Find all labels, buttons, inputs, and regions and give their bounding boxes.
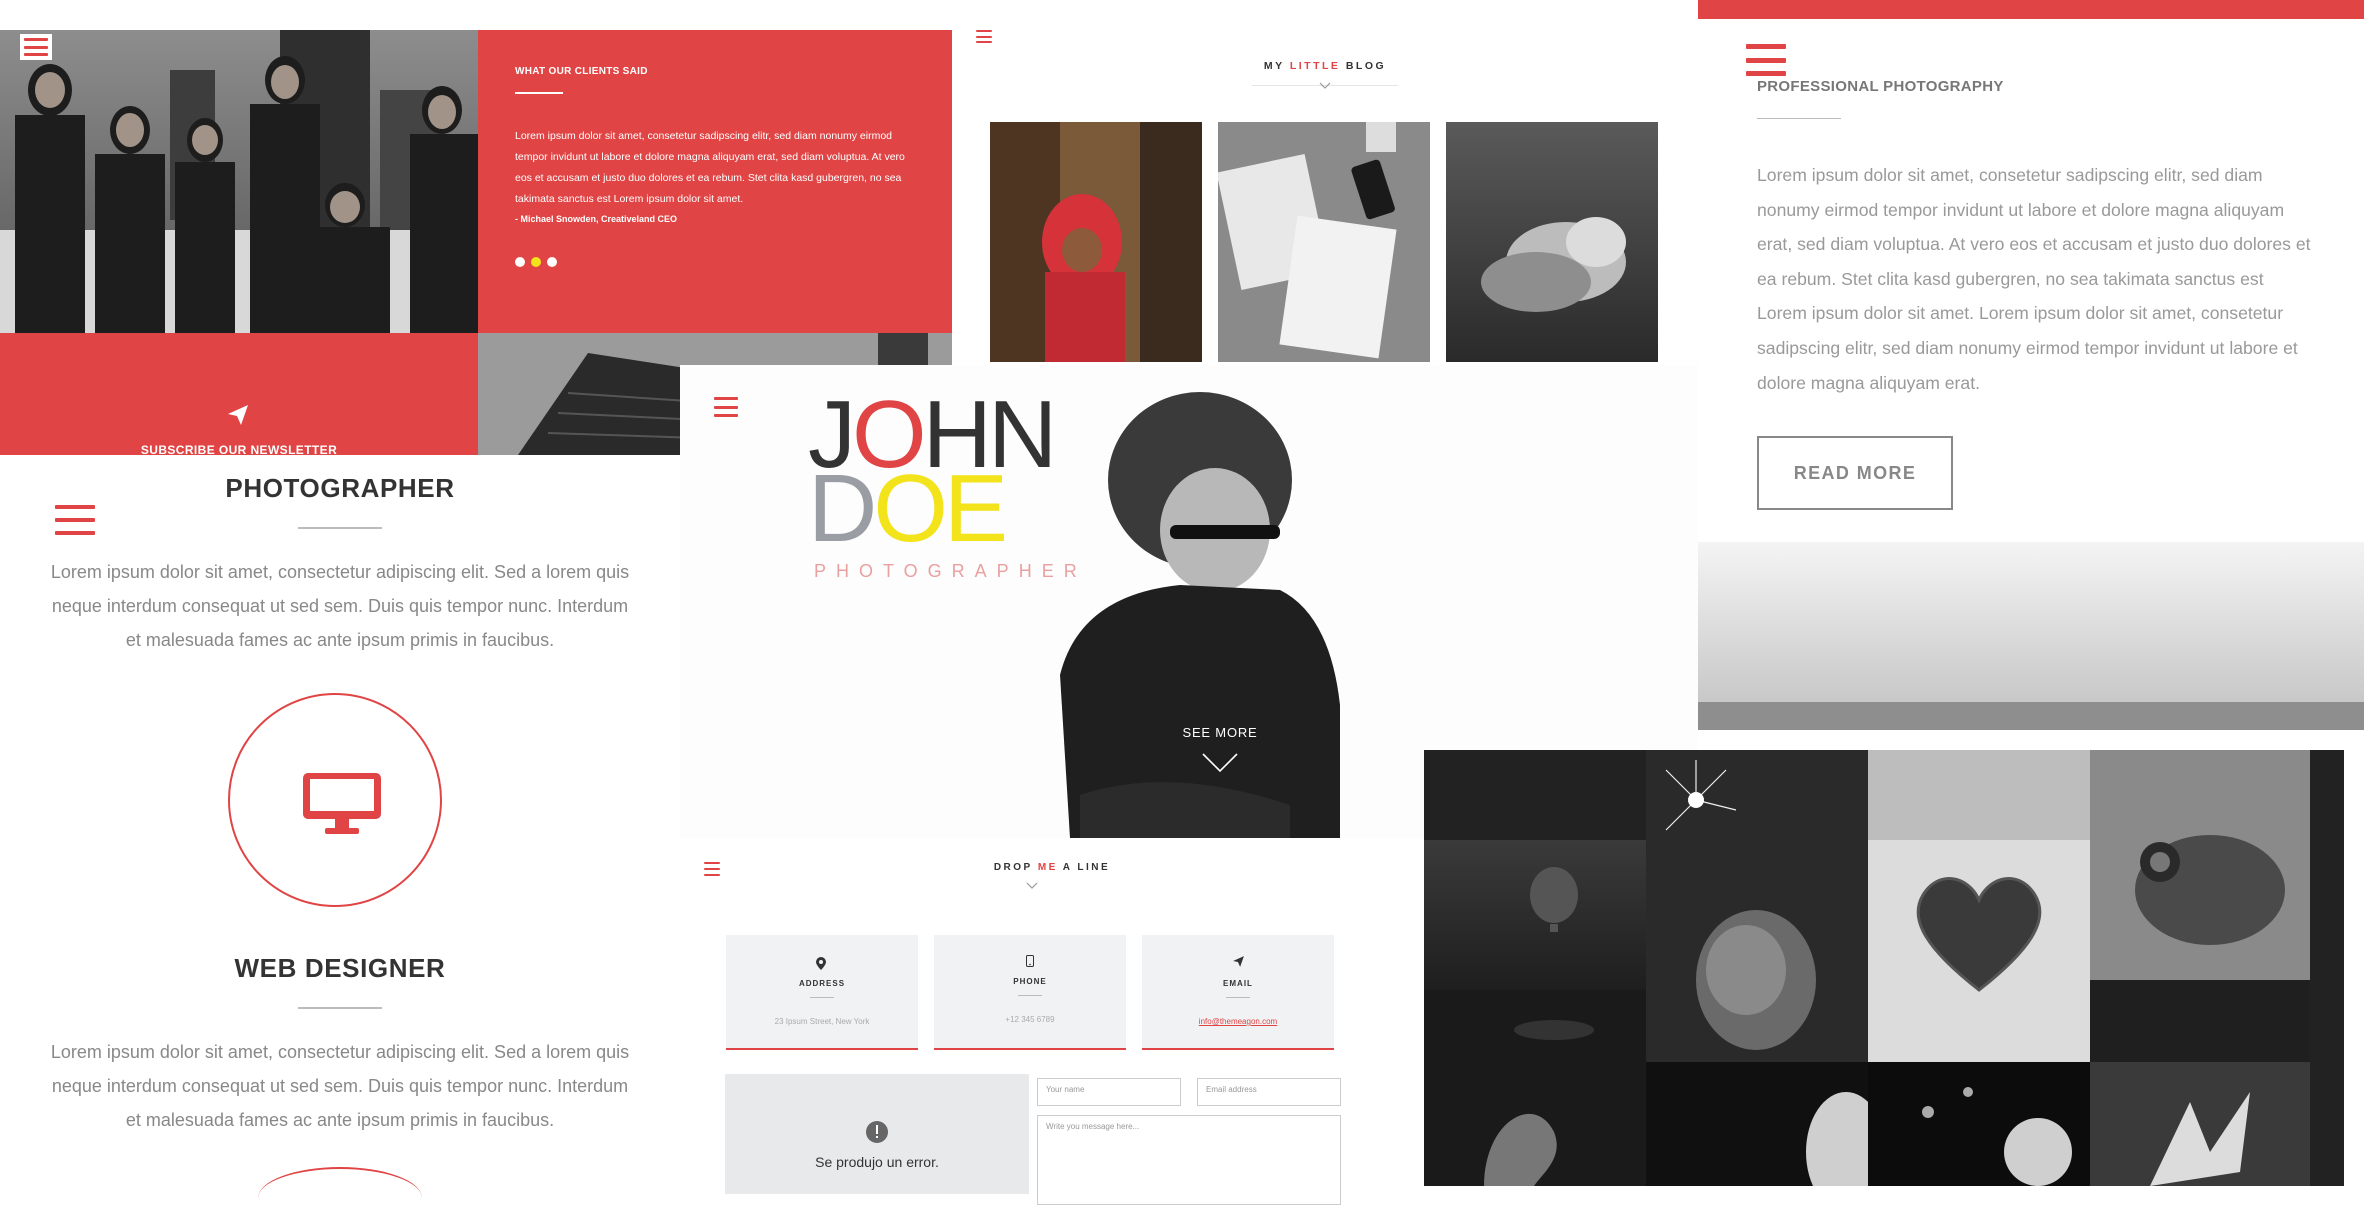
menu-icon[interactable] — [976, 30, 992, 43]
title-divider — [298, 1007, 382, 1009]
testimonial-text: Lorem ipsum dolor sit amet, consetetur s… — [515, 130, 905, 205]
hero-name-last: DOE — [808, 455, 1008, 562]
email-input[interactable]: Email address — [1197, 1078, 1341, 1106]
gallery-panel — [1424, 750, 2344, 1186]
gallery-photo-flamingo[interactable] — [1424, 1062, 1646, 1186]
team-photo — [0, 30, 478, 333]
contact-title: DROP ME A LINE — [993, 862, 1111, 873]
section-title: PROFESSIONAL PHOTOGRAPHY — [1757, 78, 2004, 95]
chevron-down-icon — [1202, 753, 1238, 773]
hero-subtitle: PHOTOGRAPHER — [814, 561, 1087, 581]
phone-icon — [1026, 955, 1034, 967]
contact-card-email: EMAIL info@themeagon.com — [1142, 935, 1334, 1050]
contact-card-address: ADDRESS 23 Ipsum Street, New York — [726, 935, 918, 1050]
card-divider — [1018, 995, 1042, 996]
card-label: EMAIL — [1223, 979, 1253, 988]
gallery-photo-lily[interactable] — [2090, 1062, 2310, 1186]
blog-photo-documents[interactable] — [1218, 122, 1430, 362]
email-link[interactable]: info@themeagon.com — [1142, 1017, 1334, 1026]
read-more-button[interactable]: READ MORE — [1757, 436, 1953, 510]
slider-dot-2-active[interactable] — [531, 257, 541, 267]
see-more-link[interactable]: SEE MORE — [1157, 725, 1283, 777]
blog-panel: MY LITTLE BLOG — [952, 0, 1698, 365]
service-icon-circle — [228, 693, 442, 907]
monitor-icon — [303, 773, 381, 834]
testimonial-quote-box: WHAT OUR CLIENTS SAID Lorem ipsum dolor … — [478, 30, 952, 333]
blog-photo-clouds[interactable] — [1446, 122, 1658, 362]
card-divider — [1226, 997, 1250, 998]
card-label: ADDRESS — [798, 979, 846, 988]
name-input[interactable]: Your name — [1037, 1078, 1181, 1106]
blog-title: MY LITTLE BLOG — [1263, 60, 1387, 72]
accent-bar — [1698, 0, 2364, 19]
menu-icon[interactable] — [714, 397, 738, 417]
message-textarea[interactable]: Write you message here... — [1037, 1115, 1341, 1205]
see-more-label: SEE MORE — [1182, 725, 1258, 740]
error-icon — [866, 1121, 888, 1143]
gallery-photo-balloon[interactable] — [1424, 840, 1646, 1062]
paper-plane-icon — [1233, 956, 1244, 967]
sea-horizon-photo — [1698, 542, 2364, 730]
chevron-down-icon — [1026, 882, 1038, 889]
map-error-message: Se produjo un error. — [815, 1154, 939, 1170]
testimonial-author: - Michael Snowden, Creativeland CEO — [515, 214, 678, 224]
menu-icon[interactable] — [20, 34, 52, 60]
location-pin-icon — [816, 957, 826, 970]
card-label: PHONE — [1013, 977, 1047, 986]
contact-card-phone: PHONE +12 345 6789 — [934, 935, 1126, 1050]
paper-plane-icon — [228, 405, 248, 425]
gallery-photo-sparkler[interactable] — [1646, 750, 1868, 1062]
blog-photo-child[interactable] — [990, 122, 1202, 362]
role-text-photographer: Lorem ipsum dolor sit amet, consectetur … — [50, 562, 630, 650]
testimonial-title: WHAT OUR CLIENTS SAID — [515, 66, 648, 77]
role-title-web-designer: WEB DESIGNER — [234, 953, 446, 983]
professional-photography-panel: PROFESSIONAL PHOTOGRAPHY Lorem ipsum dol… — [1698, 0, 2364, 730]
gallery-photo-heart[interactable] — [1868, 750, 2090, 1062]
card-value: 23 Ipsum Street, New York — [774, 1017, 870, 1026]
role-text-web-designer: Lorem ipsum dolor sit amet, consectetur … — [50, 1042, 630, 1130]
title-divider — [1757, 118, 1841, 119]
slider-dot-1[interactable] — [515, 257, 525, 267]
title-divider — [298, 527, 382, 529]
menu-icon[interactable] — [55, 505, 95, 535]
menu-icon[interactable] — [1746, 44, 1786, 76]
service-icon-circle — [258, 1167, 422, 1229]
title-divider — [515, 92, 563, 94]
map-embed: Se produjo un error. — [725, 1074, 1029, 1194]
card-value: +12 345 6789 — [1005, 1015, 1055, 1024]
newsletter-block[interactable]: SUBSCRIBE OUR NEWSLETTER — [0, 333, 478, 457]
contact-panel: DROP ME A LINE ADDRESS 23 Ipsum Street, … — [680, 838, 1424, 1205]
slider-dot-3[interactable] — [547, 257, 557, 267]
gallery-photo-frog[interactable] — [2090, 750, 2310, 1062]
role-title-photographer: PHOTOGRAPHER — [225, 473, 455, 503]
chevron-down-icon — [1319, 82, 1331, 89]
gallery-photo-flower[interactable] — [1646, 1062, 1868, 1186]
gallery-photo-dandelion[interactable] — [1868, 1062, 2090, 1186]
card-divider — [810, 997, 834, 998]
section-text: Lorem ipsum dolor sit amet, consetetur s… — [1757, 165, 2311, 393]
services-panel: PHOTOGRAPHER Lorem ipsum dolor sit amet,… — [0, 455, 680, 1186]
